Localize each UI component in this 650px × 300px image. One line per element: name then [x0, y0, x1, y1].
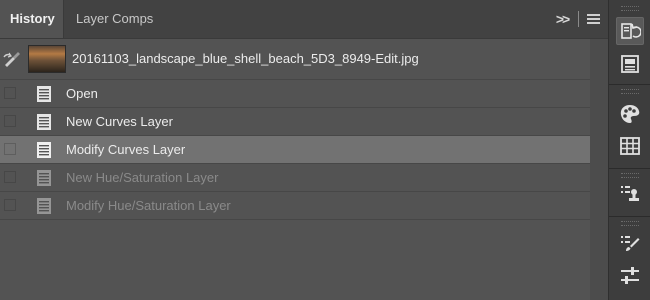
- document-icon: [37, 170, 51, 186]
- history-state-item-undone[interactable]: New Hue/Saturation Layer: [0, 164, 590, 192]
- properties-icon: [621, 55, 639, 73]
- history-brush-source-box[interactable]: [4, 87, 16, 99]
- swatches-icon: [620, 105, 640, 123]
- brush-settings-panel-button[interactable]: [616, 230, 644, 258]
- history-brush-source-box[interactable]: [4, 199, 16, 211]
- dock-separator: [609, 216, 650, 217]
- dock-grip[interactable]: [621, 6, 639, 11]
- document-icon: [37, 198, 51, 214]
- clone-source-icon: [621, 186, 639, 201]
- clone-source-panel-button[interactable]: [616, 180, 644, 208]
- history-state-item-undone[interactable]: Modify Hue/Saturation Layer: [0, 192, 590, 220]
- snapshot-label: 20161103_landscape_blue_shell_beach_5D3_…: [72, 51, 419, 66]
- panel-tab-tools: >>: [554, 0, 600, 38]
- properties-panel-button[interactable]: [616, 50, 644, 78]
- tab-tools-divider: [578, 11, 579, 27]
- history-state-item[interactable]: New Curves Layer: [0, 108, 590, 136]
- panel-dock: [608, 0, 650, 300]
- photoshop-window: History Layer Comps >> 20161103_landscap…: [0, 0, 650, 300]
- history-brush-source-box[interactable]: [4, 115, 16, 127]
- dock-grip[interactable]: [621, 173, 639, 178]
- dock-separator: [609, 84, 650, 85]
- history-state-item[interactable]: Open: [0, 80, 590, 108]
- history-state-item-selected[interactable]: Modify Curves Layer: [0, 136, 590, 164]
- history-scroll-track[interactable]: [590, 39, 608, 300]
- history-list: Open New Curves Layer Modify Curves Laye…: [0, 80, 590, 220]
- panel-tab-bar: History Layer Comps >>: [0, 0, 608, 39]
- tab-layer-comps[interactable]: Layer Comps: [66, 0, 170, 38]
- grid-icon: [620, 137, 640, 155]
- history-icon: [621, 23, 641, 39]
- history-state-label: Modify Hue/Saturation Layer: [66, 198, 231, 213]
- swatches-panel-button[interactable]: [616, 100, 644, 128]
- history-brush-source-box[interactable]: [4, 143, 16, 155]
- adjustments-panel-button[interactable]: [616, 262, 644, 290]
- snapshot-thumbnail: [28, 45, 66, 73]
- history-state-label: Modify Curves Layer: [66, 142, 186, 157]
- history-panel-button[interactable]: [616, 17, 644, 45]
- collapse-panel-icon[interactable]: >>: [554, 11, 570, 27]
- dock-separator: [609, 168, 650, 169]
- snapshot-row[interactable]: 20161103_landscape_blue_shell_beach_5D3_…: [0, 39, 590, 80]
- document-icon: [37, 86, 51, 102]
- history-brush-source-icon[interactable]: [3, 51, 21, 67]
- document-icon: [37, 114, 51, 130]
- tab-history[interactable]: History: [0, 0, 64, 38]
- brush-settings-icon: [621, 236, 640, 251]
- dock-grip[interactable]: [621, 89, 639, 94]
- history-panel: History Layer Comps >> 20161103_landscap…: [0, 0, 608, 300]
- dock-grip[interactable]: [621, 221, 639, 226]
- grid-panel-button[interactable]: [616, 132, 644, 160]
- history-state-label: New Curves Layer: [66, 114, 173, 129]
- adjustments-icon: [621, 267, 639, 284]
- document-icon: [37, 142, 51, 158]
- history-state-label: New Hue/Saturation Layer: [66, 170, 219, 185]
- panel-menu-icon[interactable]: [587, 14, 600, 24]
- history-brush-source-box[interactable]: [4, 171, 16, 183]
- history-state-label: Open: [66, 86, 98, 101]
